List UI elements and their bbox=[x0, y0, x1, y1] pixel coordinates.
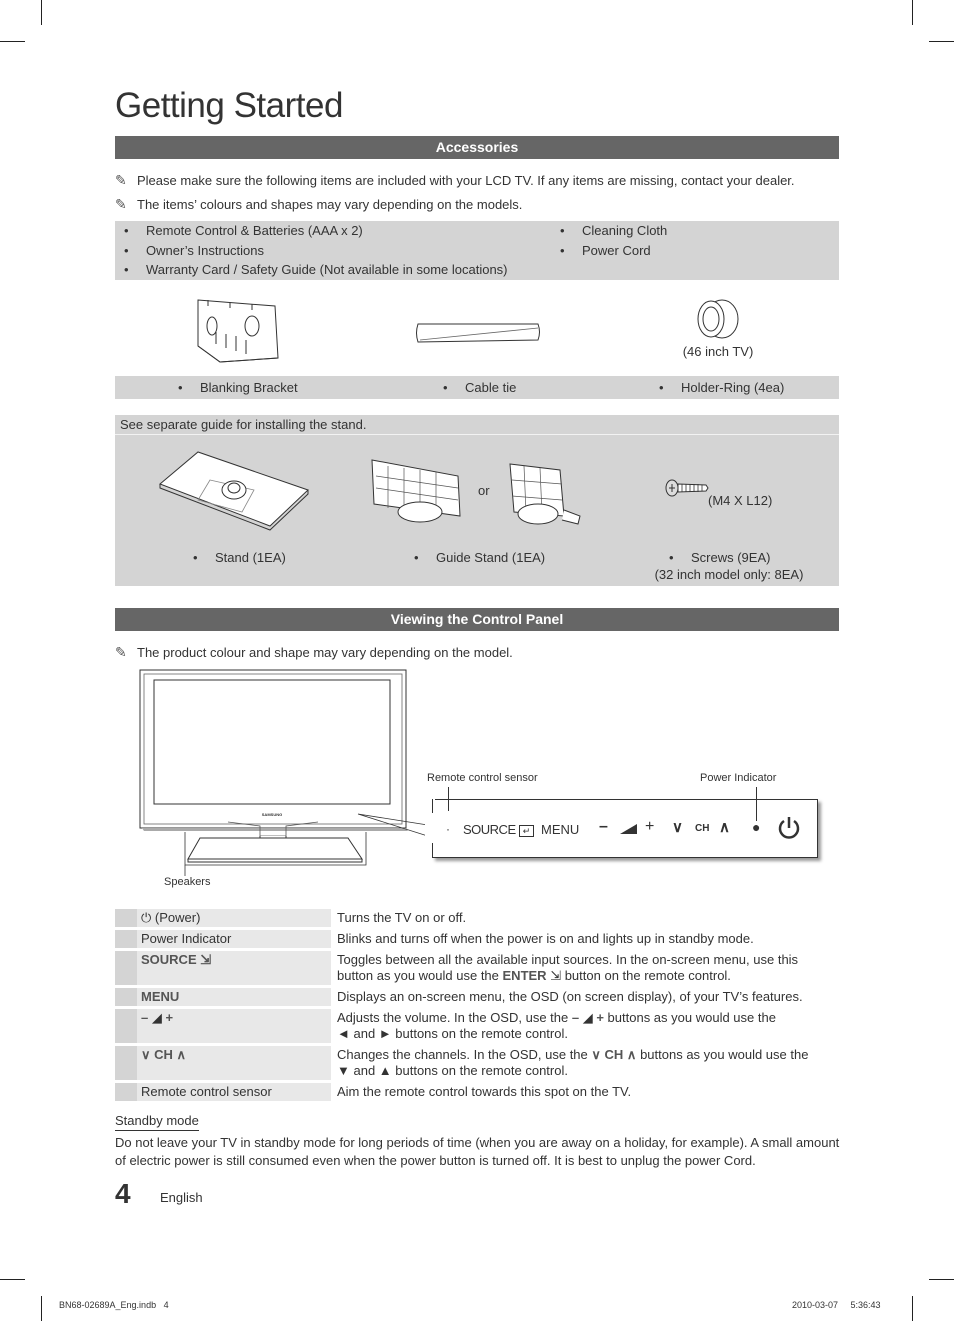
channel-label: CH bbox=[695, 823, 710, 834]
volume-icon: ◢ bbox=[151, 1010, 162, 1025]
footer-timestamp: 2010-03-07 5:36:43 bbox=[792, 1300, 881, 1310]
footer-file: BN68-02689A_Eng.indb 4 bbox=[59, 1300, 169, 1310]
crop-mark bbox=[929, 1279, 954, 1280]
svg-text:SAMSUNG: SAMSUNG bbox=[262, 812, 282, 817]
list-item: • Guide Stand (1EA) bbox=[414, 550, 546, 565]
closeup-edge bbox=[432, 799, 433, 813]
screw-icon bbox=[665, 479, 709, 497]
table-row: – ◢ + Adjusts the volume. In the OSD, us… bbox=[115, 1009, 839, 1043]
table-row: Remote control sensor Aim the remote con… bbox=[115, 1083, 839, 1101]
divider bbox=[115, 434, 839, 435]
cable-tie-icon bbox=[416, 323, 540, 343]
crop-mark bbox=[41, 1296, 42, 1321]
table-row: SOURCE ⇲ Toggles between all the availab… bbox=[115, 951, 839, 985]
screw-sub-note: (32 inch model only: 8EA) bbox=[654, 567, 804, 582]
guide-stand-icon bbox=[371, 459, 461, 523]
closeup-edge bbox=[432, 843, 433, 857]
power-indicator-callout: Power Indicator bbox=[700, 772, 777, 784]
stand-icon bbox=[159, 451, 309, 531]
power-indicator-dot: ● bbox=[752, 819, 761, 835]
list-item: • Owner’s Instructions bbox=[124, 243, 265, 258]
list-item: • Cleaning Cloth bbox=[560, 223, 668, 238]
page-number: 4 bbox=[115, 1178, 131, 1209]
list-item: • Blanking Bracket bbox=[178, 380, 298, 395]
standby-heading: Standby mode bbox=[115, 1113, 199, 1131]
list-item: • Warranty Card / Safety Guide (Not avail… bbox=[124, 262, 508, 277]
remote-sensor-callout: Remote control sensor bbox=[427, 772, 538, 784]
callout-line bbox=[756, 787, 757, 821]
tv-illustration: SAMSUNG bbox=[139, 669, 435, 876]
accessories-note-1: ✎ Please make sure the following items ar… bbox=[115, 172, 795, 188]
menu-button[interactable]: MENU bbox=[541, 822, 579, 837]
note-pencil-icon: ✎ bbox=[115, 172, 127, 188]
crop-mark bbox=[0, 1279, 25, 1280]
stand-note: See separate guide for installing the st… bbox=[120, 417, 367, 432]
power-icon: ⏻ bbox=[141, 910, 152, 925]
table-row: ∨ CH ∧ Changes the channels. In the OSD,… bbox=[115, 1046, 839, 1080]
enter-icon: ⇲ bbox=[196, 952, 212, 967]
list-item: • Remote Control & Batteries (AAA x 2) bbox=[124, 223, 363, 238]
page-language: English bbox=[160, 1190, 203, 1205]
crop-mark bbox=[929, 41, 954, 42]
enter-icon: ↵ bbox=[518, 824, 534, 837]
volume-icon: ◢ bbox=[582, 1010, 593, 1025]
crop-mark bbox=[912, 0, 913, 25]
channel-down-button[interactable]: ∨ bbox=[672, 818, 683, 836]
chevron-up-icon: ∧ bbox=[176, 1047, 187, 1062]
note-pencil-icon: ✎ bbox=[115, 644, 127, 660]
page-title: Getting Started bbox=[115, 86, 343, 125]
volume-down-button[interactable]: – bbox=[599, 818, 608, 836]
closeup-gap bbox=[425, 799, 435, 857]
speakers-label: Speakers bbox=[164, 876, 211, 888]
accessories-note-2: ✎ The items’ colours and shapes may vary … bbox=[115, 196, 523, 212]
list-item: • Holder-Ring (4ea) bbox=[659, 380, 785, 395]
table-row: MENU Displays an on-screen menu, the OSD… bbox=[115, 988, 839, 1006]
accessories-heading: Accessories bbox=[115, 136, 839, 159]
screw-caption: (M4 X L12) bbox=[708, 493, 773, 508]
control-panel-table: ⏻ (Power) Turns the TV on or off. Power … bbox=[115, 906, 839, 1104]
control-panel-heading: Viewing the Control Panel bbox=[115, 608, 839, 631]
list-item: • Cable tie bbox=[443, 380, 517, 395]
list-item: • Power Cord bbox=[560, 243, 651, 258]
blanking-bracket-icon bbox=[197, 299, 279, 363]
remote-sensor-dot: · bbox=[446, 822, 450, 836]
power-button[interactable] bbox=[776, 815, 802, 841]
enter-icon: ⇲ bbox=[546, 968, 562, 983]
source-button[interactable]: SOURCE ↵ bbox=[463, 822, 534, 837]
table-row: Power Indicator Blinks and turns off whe… bbox=[115, 930, 839, 948]
holder-ring-caption: (46 inch TV) bbox=[682, 344, 754, 359]
standby-text: Do not leave your TV in standby mode for… bbox=[115, 1135, 840, 1168]
list-item: • Screws (9EA) bbox=[669, 550, 771, 565]
control-panel-note: ✎ The product colour and shape may vary d… bbox=[115, 644, 513, 660]
guide-stand-alt-icon bbox=[509, 463, 581, 525]
table-row: ⏻ (Power) Turns the TV on or off. bbox=[115, 909, 839, 927]
volume-icon bbox=[620, 824, 637, 834]
chevron-down-icon: ∨ bbox=[141, 1047, 151, 1062]
crop-mark bbox=[0, 41, 25, 42]
note-pencil-icon: ✎ bbox=[115, 196, 127, 212]
channel-up-button[interactable]: ∧ bbox=[719, 818, 730, 836]
callout-line bbox=[448, 787, 449, 811]
holder-ring-icon bbox=[697, 299, 739, 339]
or-label: or bbox=[478, 483, 490, 498]
crop-mark bbox=[41, 0, 42, 25]
crop-mark bbox=[912, 1296, 913, 1321]
list-item: • Stand (1EA) bbox=[193, 550, 286, 565]
volume-up-button[interactable]: + bbox=[645, 818, 654, 836]
